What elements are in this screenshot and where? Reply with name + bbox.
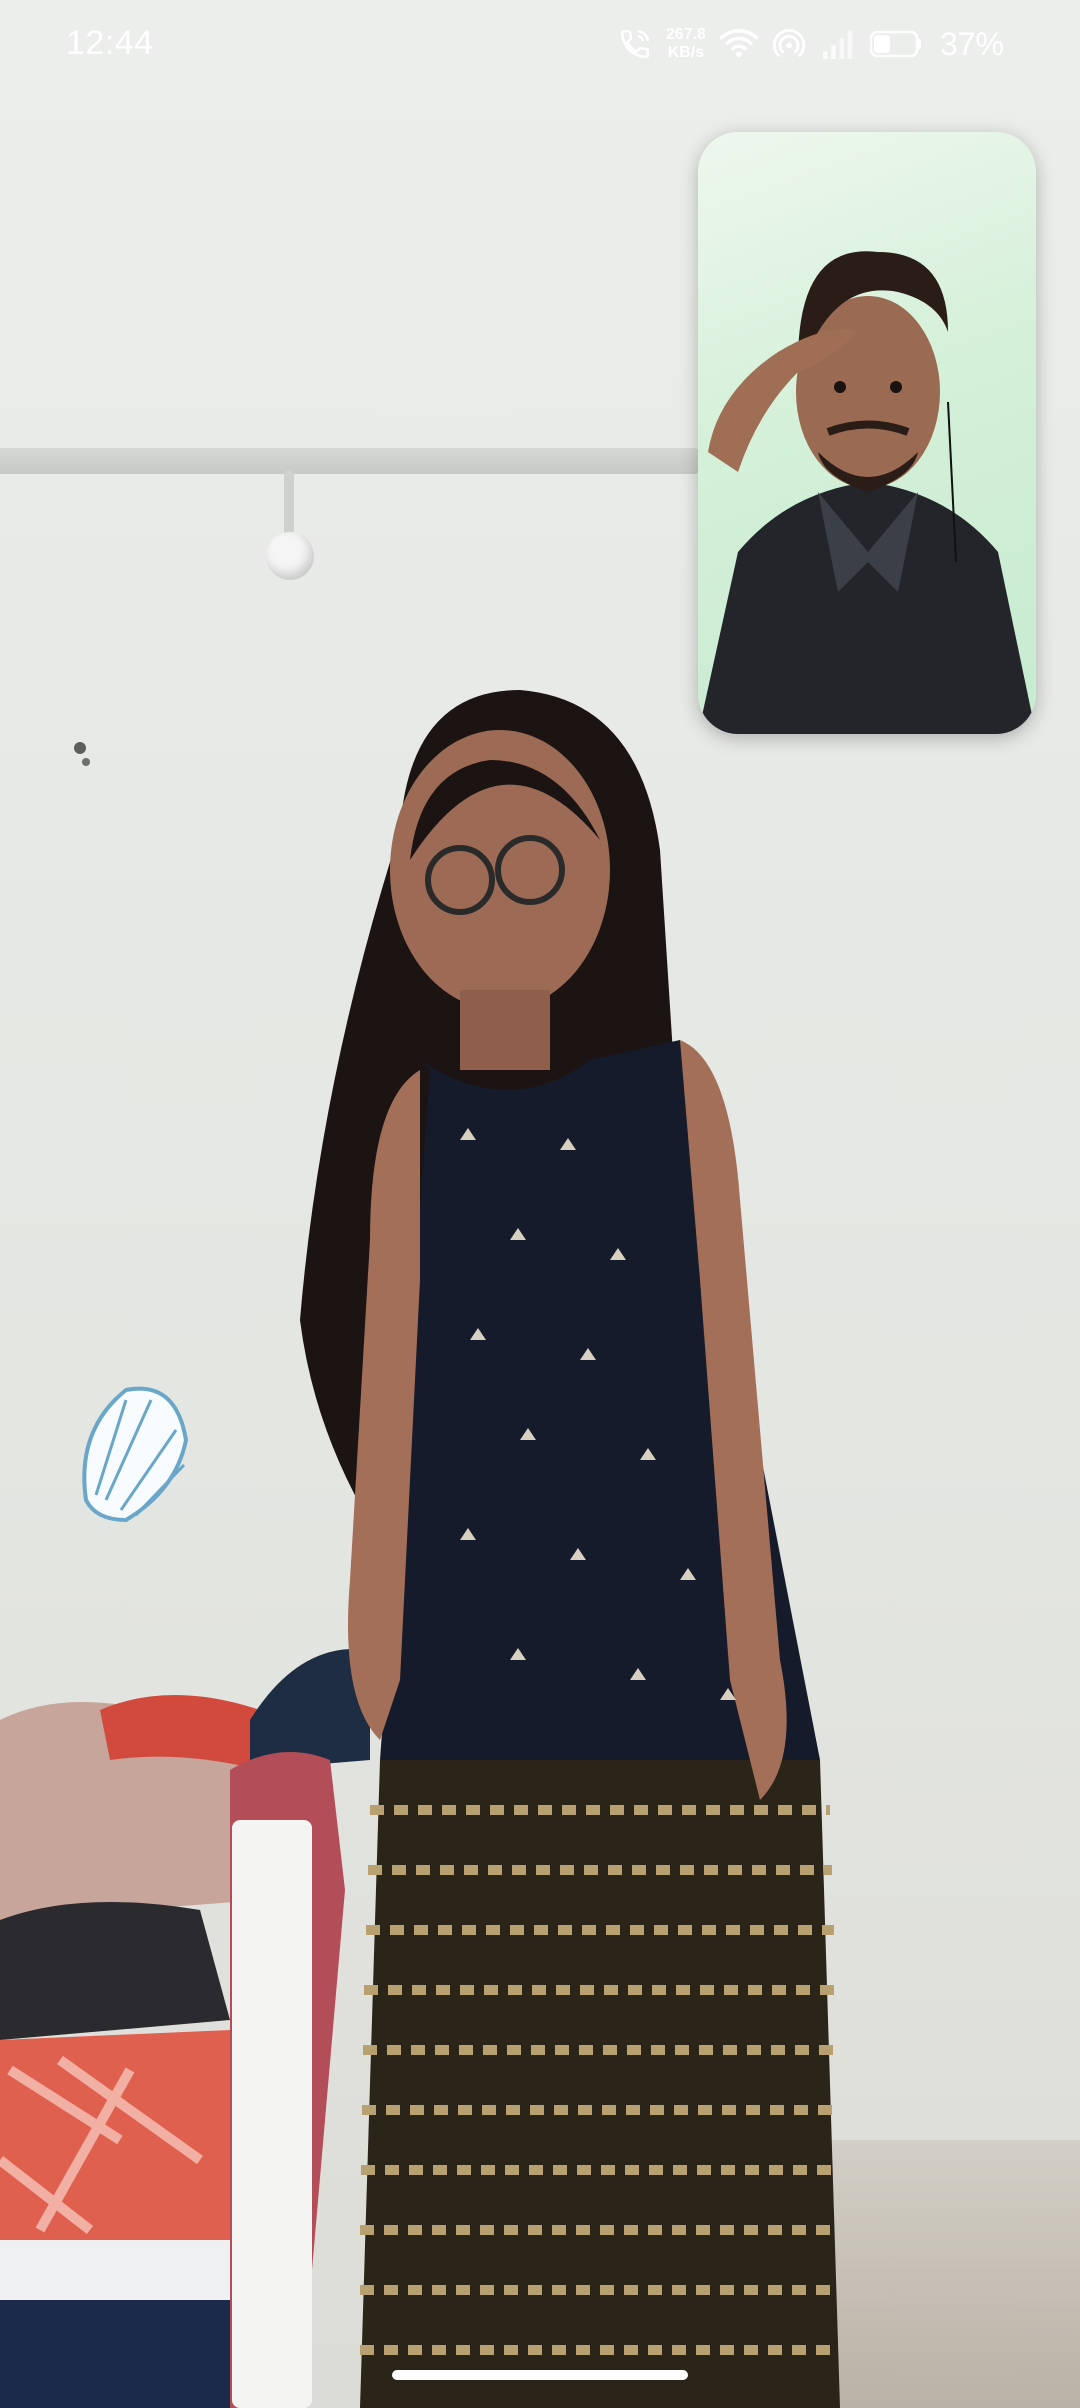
wifi-icon [719, 28, 758, 58]
wall-shell-sticker [82, 1386, 189, 1523]
cellular-signal-icon [822, 30, 853, 59]
call-active-icon [620, 29, 649, 59]
status-icons: 267.8 KB/s 37% [618, 20, 1004, 68]
hotspot-icon [772, 28, 806, 57]
network-speed-unit: KB/s [667, 44, 705, 61]
battery-icon [869, 30, 921, 58]
wall-mark [74, 742, 90, 766]
status-time: 12:44 [66, 24, 154, 62]
wall-rail [0, 448, 700, 474]
battery-percent: 37% [939, 25, 1004, 62]
self-video-preview[interactable] [698, 132, 1036, 734]
local-participant [698, 251, 1036, 734]
home-indicator[interactable] [392, 2370, 688, 2380]
remote-participant [300, 690, 840, 2408]
wall-hook [262, 470, 318, 594]
network-speed: 267.8 KB/s [666, 26, 706, 62]
status-bar: 12:44 267.8 KB/s 37% [0, 0, 1080, 92]
network-speed-value: 267.8 [665, 26, 706, 43]
